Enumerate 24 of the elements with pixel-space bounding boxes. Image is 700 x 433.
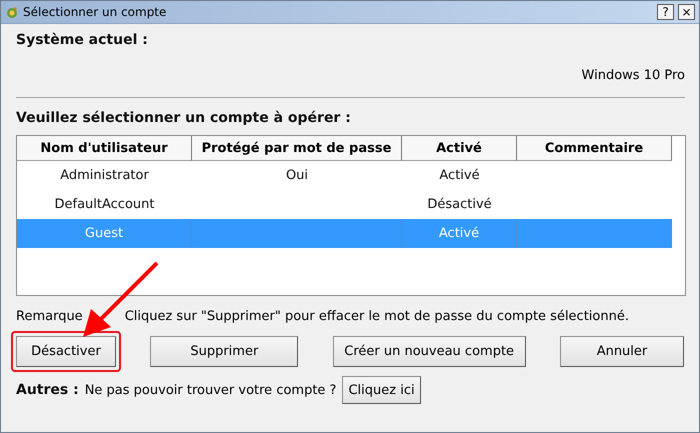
prompt-text: Veuillez sélectionner un compte à opérer : — [16, 110, 352, 126]
column-header[interactable]: Activé — [402, 136, 517, 161]
table-row[interactable]: Administrator Oui Activé — [17, 161, 685, 190]
system-value: Windows 10 Pro — [582, 68, 685, 83]
others-text: Ne pas pouvoir trouver votre compte ? — [84, 382, 336, 398]
window-title: Sélectionner un compte — [23, 5, 168, 19]
remark-text: Cliquez sur "Supprimer" pour effacer le mot de passe du compte sélectionné. — [124, 309, 629, 324]
column-header[interactable]: Protégé par mot de passe — [192, 136, 402, 161]
remark-text: Remarque — [16, 309, 83, 324]
click-here-button[interactable]: Cliquez ici — [342, 376, 421, 404]
action-button[interactable]: Supprimer — [150, 336, 298, 367]
action-button[interactable]: Annuler — [560, 336, 684, 367]
system-label: Système actuel : — [16, 32, 149, 48]
help-button[interactable]: ? — [657, 4, 674, 20]
table-cell: Guest — [17, 219, 192, 248]
others-label: Autres : — [16, 382, 79, 398]
column-header[interactable]: Nom d'utilisateur — [17, 136, 192, 161]
column-header[interactable]: Commentaire — [517, 136, 672, 161]
action-button[interactable]: Désactiver — [16, 336, 116, 367]
close-button[interactable]: × — [678, 4, 695, 20]
action-button[interactable]: Créer un nouveau compte — [332, 336, 526, 367]
app-icon — [5, 5, 19, 19]
table-cell: Activé — [402, 219, 517, 248]
table-row[interactable]: DefaultAccount Désactivé — [17, 190, 685, 219]
